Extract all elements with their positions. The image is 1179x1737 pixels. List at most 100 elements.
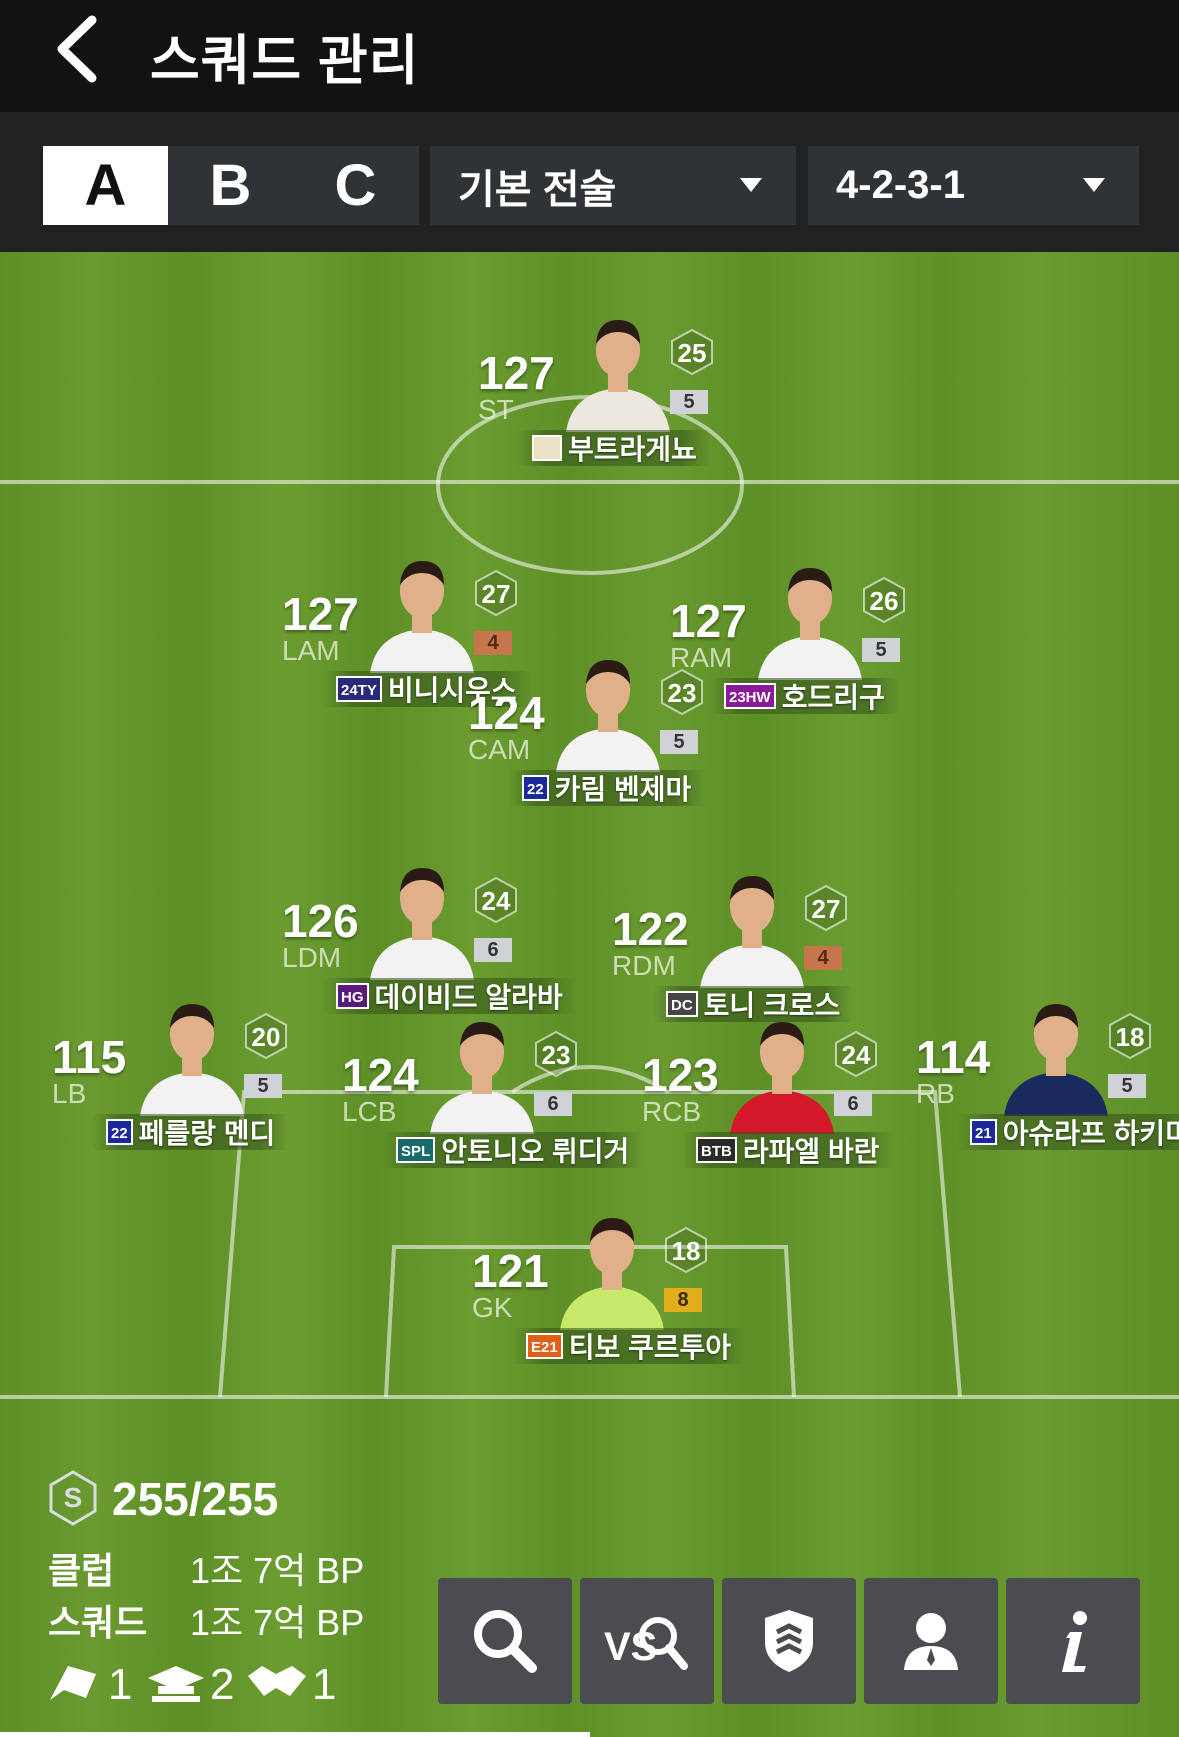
info-icon [1062,1611,1087,1672]
player-name: 부트라게뇨 [568,434,697,465]
player-card-cam[interactable]: 23 5 124 CAM 22 카림 벤제마 [468,660,728,866]
player-position: CAM [468,734,531,765]
season-badge: BTB [696,1137,737,1163]
player-card-st[interactable]: 25 5 127 ST 부트라게뇨 [478,320,738,526]
tactic-dropdown-value: 기본 전술 [458,167,617,212]
top-bar: 스쿼드 관리 [0,0,1179,112]
player-rating: 124 [468,687,545,739]
player-card-rb[interactable]: 18 5 114 RB 21 아슈라프 하키미 [916,1004,1179,1210]
player-nameplate: 부트라게뇨 [518,430,711,466]
player-position: LDM [282,942,342,973]
info-button[interactable] [1006,1578,1140,1704]
player-portrait [370,561,474,673]
team-color-count-2: 2 [210,1660,235,1709]
manager-button[interactable] [864,1578,998,1704]
player-position: LCB [342,1096,397,1127]
player-chemistry: 24 [481,886,511,916]
player-rating: 127 [670,595,747,647]
tab-squad-b[interactable]: B [168,146,293,225]
vs-search-icon: VS [604,1617,688,1670]
upgrade-level: 5 [660,730,698,754]
player-rating: 127 [478,347,555,399]
season-badge: E21 [526,1333,563,1359]
player-name: 호드리구 [781,682,885,713]
player-chemistry: 20 [251,1022,281,1052]
player-nameplate: E21 티보 쿠르투아 [512,1328,746,1364]
player-rating: 121 [472,1245,549,1297]
player-rating: 122 [612,903,689,955]
upgrade-level: 4 [804,946,842,970]
player-portrait [140,1004,244,1116]
graduation-cap-icon [148,1666,204,1702]
season-badge: SPL [396,1137,436,1163]
team-color-count-1: 1 [108,1660,133,1709]
player-portrait [700,876,804,988]
page-title: 스쿼드 관리 [150,31,420,91]
tab-squad-a[interactable]: A [43,146,168,225]
upgrade-level: 6 [834,1092,872,1116]
player-position: ST [478,394,514,425]
player-nameplate: 22 페를랑 멘디 [92,1114,290,1150]
search-icon [474,1610,537,1673]
svg-text:S: S [64,1482,83,1513]
squad-value: 1조 7억 BP [190,1602,365,1643]
player-portrait [556,660,660,772]
person-icon [904,1613,958,1670]
season-badge: HG [336,983,369,1009]
formation-dropdown-value: 4-2-3-1 [836,163,965,207]
salary-cap: 255/255 [112,1473,279,1525]
player-chemistry: 18 [671,1236,701,1266]
player-chemistry: 25 [677,338,707,368]
squad-tabs: A B C [43,146,419,225]
tab-squad-c[interactable]: C [293,146,418,225]
upgrade-level: 4 [474,631,512,655]
player-position: RB [916,1078,955,1109]
player-position: LAM [282,635,340,666]
player-name: 안토니오 뤼디거 [441,1136,630,1167]
team-color-count-3: 1 [312,1660,337,1709]
team-button[interactable] [722,1578,856,1704]
player-chemistry: 18 [1115,1022,1145,1052]
player-card-gk[interactable]: 18 8 121 GK E21 티보 쿠르투아 [472,1218,746,1424]
player-nameplate: 23HW 호드리구 [710,678,899,714]
player-nameplate: 22 카림 벤제마 [508,770,706,806]
player-card-lcb[interactable]: 23 6 124 LCB SPL 안토니오 뤼디거 [342,1022,644,1228]
player-portrait [758,568,862,680]
club-value: 1조 7억 BP [190,1550,365,1591]
player-position: GK [472,1292,513,1323]
player-card-rcb[interactable]: 24 6 123 RCB BTB 라파엘 바란 [642,1022,902,1228]
player-portrait [370,868,474,980]
back-arrow-icon[interactable] [46,14,116,84]
search-button[interactable] [438,1578,572,1704]
season-badge: DC [666,991,698,1017]
club-label: 클럽 [48,1550,115,1591]
formation-dropdown[interactable]: 4-2-3-1 [808,146,1139,225]
flag-icon [50,1666,96,1700]
player-name: 카림 벤제마 [554,774,692,805]
player-portrait [430,1022,534,1134]
player-card-lb[interactable]: 20 5 115 LB 22 페를랑 멘디 [52,1004,312,1210]
player-portrait [560,1218,664,1330]
player-portrait [566,320,670,432]
player-portrait [730,1022,834,1134]
upgrade-level: 6 [474,938,512,962]
vs-search-button[interactable]: VS [580,1578,714,1704]
season-badge: 21 [970,1119,997,1145]
tactic-dropdown[interactable]: 기본 전술 [430,146,796,225]
season-badge: 22 [106,1119,133,1145]
player-chemistry: 27 [811,894,841,924]
player-chemistry: 27 [481,579,511,609]
player-position: RCB [642,1096,702,1127]
upgrade-level: 5 [862,638,900,662]
season-badge: 23HW [724,683,776,709]
player-chemistry: 23 [541,1040,571,1070]
player-name: 페를랑 멘디 [138,1118,276,1149]
player-position: RDM [612,950,676,981]
squad-label: 스쿼드 [48,1602,148,1643]
upgrade-level: 6 [534,1092,572,1116]
upgrade-level: 8 [664,1288,702,1312]
player-chemistry: 26 [869,586,899,616]
player-portrait [1004,1004,1108,1116]
player-nameplate: BTB 라파엘 바란 [682,1132,894,1168]
home-indicator [0,1732,590,1737]
